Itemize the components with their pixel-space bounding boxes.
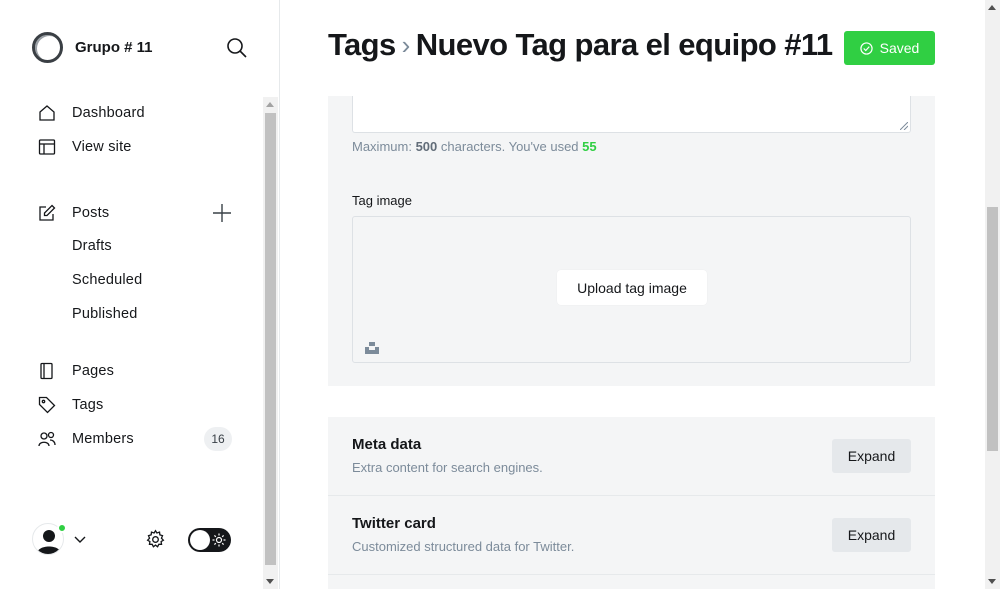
section-subtitle: Customized structured data for Twitter. [352, 539, 575, 554]
toggle-knob [190, 530, 210, 550]
saved-status-button[interactable]: Saved [844, 31, 935, 65]
page-header: Tags › Nuevo Tag para el equipo #11 Save… [281, 0, 985, 96]
sidebar-item-scheduled[interactable]: Scheduled [72, 272, 142, 288]
members-icon [38, 431, 56, 447]
page-scrollbar[interactable] [985, 0, 1000, 589]
sidebar-item-tags[interactable]: Tags [38, 396, 103, 414]
brand[interactable]: Grupo # 11 [32, 32, 153, 63]
section-subtitle: Extra content for search engines. [352, 460, 543, 475]
theme-toggle[interactable] [188, 528, 231, 552]
scroll-up-icon[interactable] [266, 102, 274, 107]
tag-settings-card: Maximum: 500 characters. You've used 55 … [328, 96, 935, 386]
chevron-right-icon: › [401, 29, 411, 60]
chevron-down-icon[interactable] [73, 532, 87, 546]
expand-twitter-card-button[interactable]: Expand [832, 518, 911, 552]
sidebar-item-published[interactable]: Published [72, 306, 138, 322]
sidebar-item-label: Dashboard [72, 105, 145, 121]
tag-image-uploader[interactable]: Upload tag image [352, 216, 911, 363]
main-content: Maximum: 500 characters. You've used 55 … [281, 0, 985, 589]
online-status-dot [57, 523, 67, 533]
section-title: Meta data [352, 436, 422, 453]
resize-handle-icon[interactable] [900, 122, 908, 130]
character-count-hint: Maximum: 500 characters. You've used 55 [352, 139, 597, 154]
sidebar-item-pages[interactable]: Pages [38, 362, 114, 380]
metadata-sections: Meta data Extra content for search engin… [328, 417, 935, 589]
sidebar-scrollbar[interactable] [263, 97, 278, 589]
section-title: Twitter card [352, 515, 436, 532]
layout-icon [38, 139, 56, 155]
twitter-card-section: Twitter card Customized structured data … [328, 496, 935, 575]
sidebar-item-label: Tags [72, 397, 104, 413]
search-icon[interactable] [226, 37, 248, 59]
saved-status-label: Saved [879, 40, 920, 56]
scroll-down-icon[interactable] [988, 579, 996, 584]
site-title: Grupo # 11 [75, 39, 153, 56]
sidebar-item-posts[interactable]: Posts [38, 204, 109, 222]
meta-data-section: Meta data Extra content for search engin… [328, 417, 935, 496]
tag-image-label: Tag image [352, 193, 412, 208]
scrollbar-thumb[interactable] [987, 207, 998, 451]
scroll-up-icon[interactable] [988, 5, 996, 10]
breadcrumb-tags-link[interactable]: Tags [328, 27, 396, 63]
expand-meta-data-button[interactable]: Expand [832, 439, 911, 473]
sidebar-item-label: Posts [72, 205, 110, 221]
sidebar-item-label: Members [72, 431, 134, 447]
upload-tag-image-button[interactable]: Upload tag image [557, 270, 707, 305]
home-icon [39, 105, 55, 121]
plus-icon[interactable] [212, 203, 232, 223]
members-count-badge: 16 [204, 427, 232, 451]
gear-icon[interactable] [145, 529, 166, 550]
edit-icon [39, 204, 56, 221]
page-icon [40, 362, 53, 380]
scroll-down-icon[interactable] [266, 579, 274, 584]
tag-icon [38, 396, 56, 414]
sidebar-item-label: Pages [72, 363, 115, 379]
check-circle-icon [859, 41, 873, 55]
sidebar-item-members[interactable]: Members [38, 430, 134, 448]
unsplash-icon[interactable] [365, 341, 379, 355]
site-logo [32, 32, 63, 63]
page-title: Nuevo Tag para el equipo #11 [415, 27, 833, 62]
breadcrumb: Tags › Nuevo Tag para el equipo #11 [328, 27, 833, 63]
sidebar-item-dashboard[interactable]: Dashboard [38, 104, 145, 122]
sun-icon [212, 533, 226, 547]
sidebar-item-label: View site [72, 139, 132, 155]
max-characters: 500 [415, 139, 438, 154]
sidebar-item-view-site[interactable]: View site [38, 138, 132, 156]
used-characters: 55 [582, 139, 597, 154]
sidebar: Grupo # 11 Dashboard View site Posts Dra… [0, 0, 280, 589]
description-textarea[interactable] [352, 96, 911, 133]
sidebar-item-drafts[interactable]: Drafts [72, 238, 112, 254]
scrollbar-thumb[interactable] [265, 113, 276, 565]
